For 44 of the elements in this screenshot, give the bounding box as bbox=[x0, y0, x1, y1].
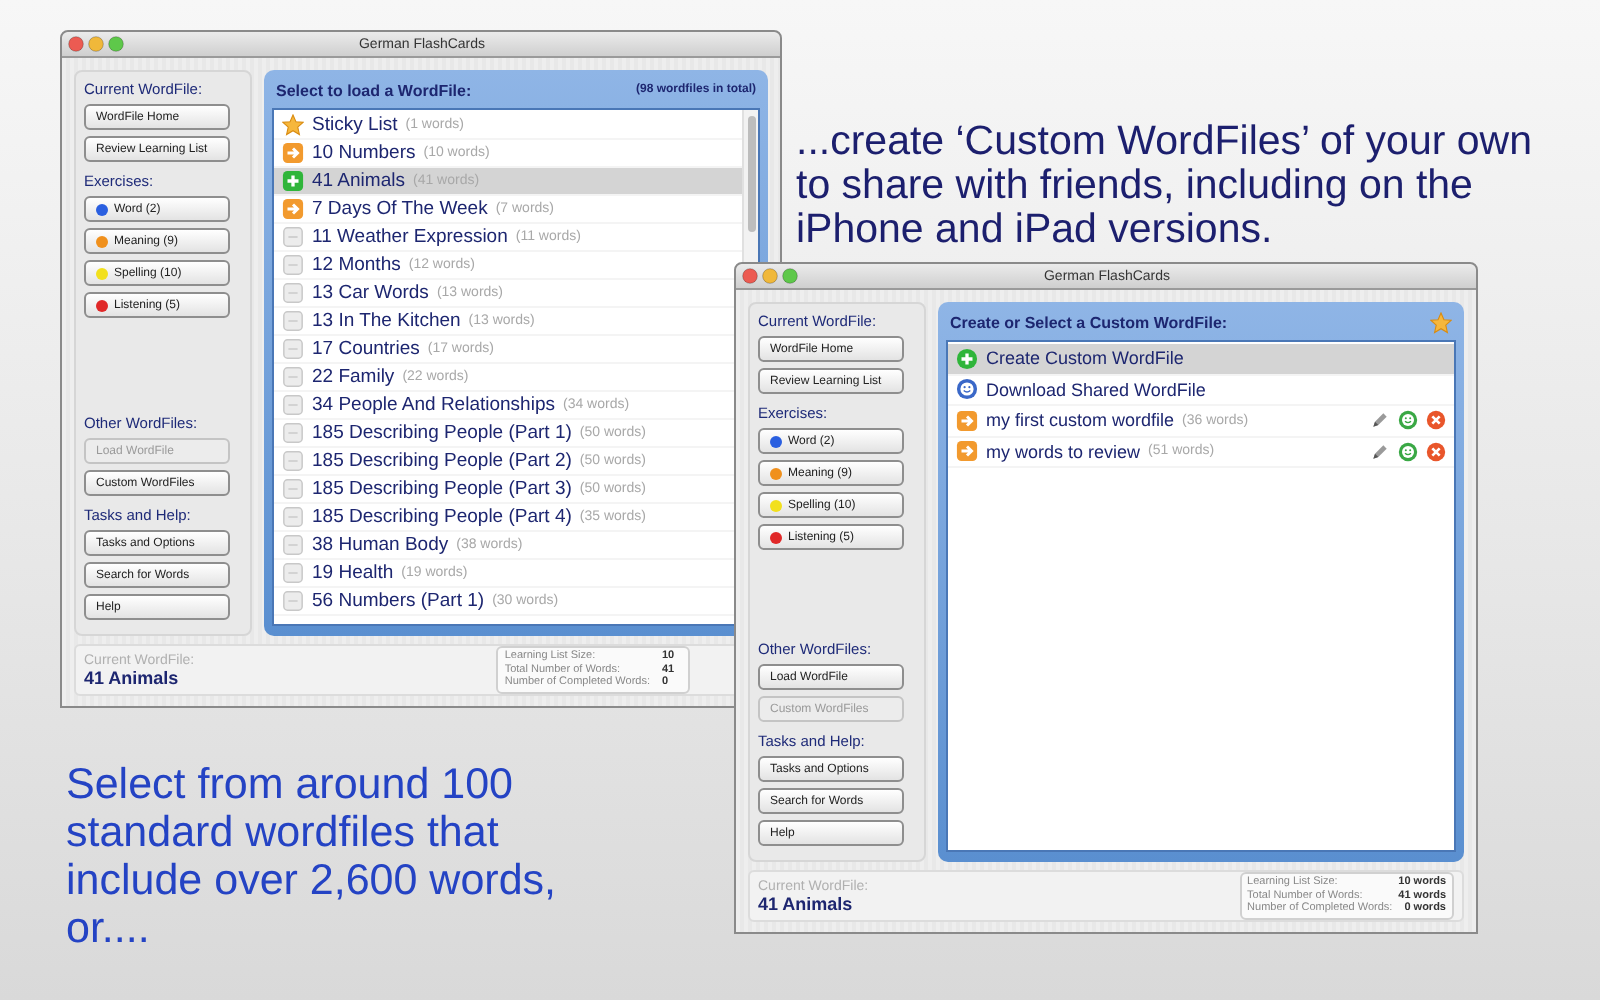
current-wordfile: 41 Animals bbox=[84, 667, 181, 687]
square-icon bbox=[282, 394, 304, 416]
pencil-icon[interactable] bbox=[1370, 441, 1390, 462]
smiley-icon[interactable] bbox=[1398, 441, 1418, 462]
close-icon[interactable] bbox=[1426, 441, 1446, 462]
zoom-icon[interactable] bbox=[108, 36, 124, 52]
close-icon[interactable] bbox=[742, 268, 758, 284]
square-icon bbox=[282, 226, 304, 248]
panel-title: Select to load a WordFile: bbox=[276, 81, 472, 99]
scrollbar-thumb[interactable] bbox=[747, 116, 755, 232]
minimize-icon[interactable] bbox=[762, 268, 778, 284]
square-icon bbox=[282, 422, 304, 444]
arrow-icon bbox=[282, 142, 304, 164]
panel-title: Create or Select a Custom WordFile: bbox=[950, 313, 1228, 331]
caption-text: Select from around 100 standard wordfiles that include over 2,600 words, or.... bbox=[66, 760, 559, 952]
zoom-icon[interactable] bbox=[782, 268, 798, 284]
star-icon bbox=[282, 114, 304, 136]
star-icon[interactable] bbox=[1430, 311, 1452, 333]
minimize-icon[interactable] bbox=[88, 36, 104, 52]
plus-icon bbox=[956, 347, 978, 370]
caption-text: ...create ‘Custom WordFiles’ of your own to share with friends, including on the iPhone and iPad versions. bbox=[796, 120, 1534, 252]
square-icon bbox=[282, 534, 304, 556]
smiley-icon bbox=[956, 378, 978, 401]
close-icon[interactable] bbox=[1426, 410, 1446, 431]
arrow-icon bbox=[282, 198, 304, 220]
square-icon bbox=[282, 590, 304, 612]
square-icon bbox=[282, 310, 304, 332]
square-icon bbox=[282, 366, 304, 388]
square-icon bbox=[282, 562, 304, 584]
smiley-icon[interactable] bbox=[1398, 410, 1418, 431]
wordfile-row[interactable]: Download Shared WordFile bbox=[948, 375, 1454, 406]
square-icon bbox=[282, 338, 304, 360]
arrow-icon bbox=[956, 409, 978, 432]
close-icon[interactable] bbox=[68, 36, 84, 52]
current-wordfile: 41 Animals bbox=[758, 893, 855, 913]
square-icon bbox=[282, 478, 304, 500]
pencil-icon[interactable] bbox=[1370, 410, 1390, 431]
arrow-icon bbox=[956, 440, 978, 463]
square-icon bbox=[282, 254, 304, 276]
square-icon bbox=[282, 450, 304, 472]
plus-icon bbox=[282, 170, 304, 192]
square-icon bbox=[282, 282, 304, 304]
wordfile-row[interactable]: Create Custom WordFile bbox=[948, 344, 1454, 375]
square-icon bbox=[282, 506, 304, 528]
